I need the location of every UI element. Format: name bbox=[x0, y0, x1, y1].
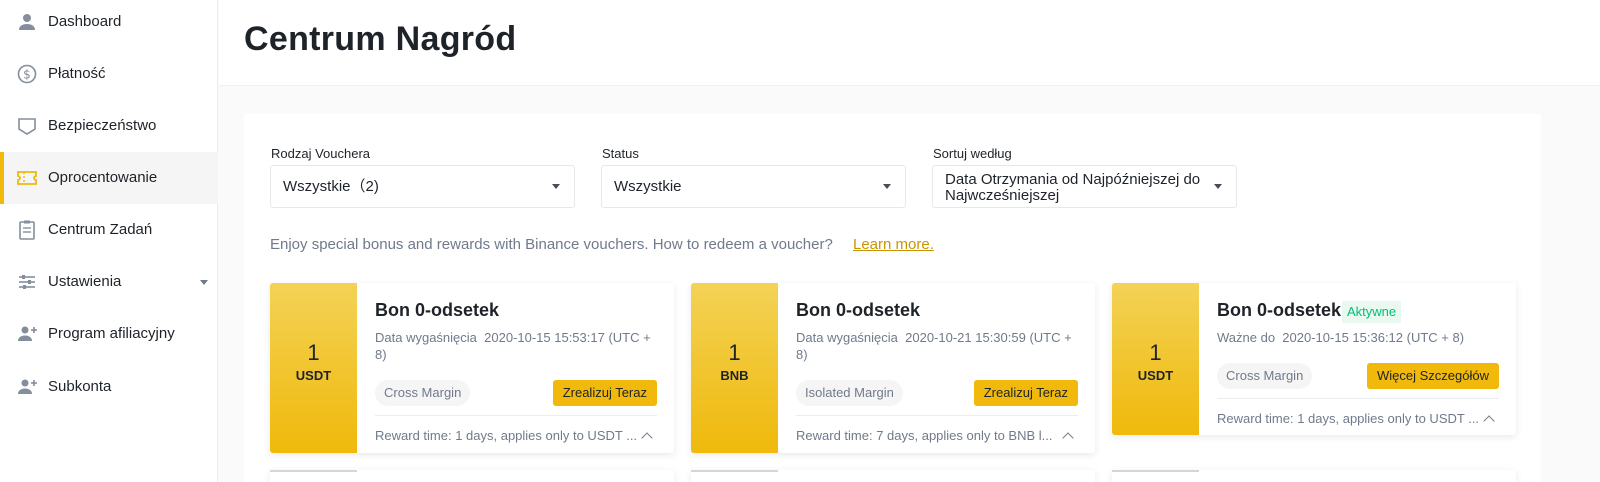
voucher-date: Data wygaśnięcia 2020-10-21 15:30:59 (UT… bbox=[796, 329, 1081, 363]
voucher-date-label: Data wygaśnięcia bbox=[375, 330, 477, 345]
caret-down-icon bbox=[552, 184, 560, 189]
sidebar-item-label: Centrum Zadań bbox=[48, 221, 153, 238]
page-header: Centrum Nagród bbox=[219, 0, 1600, 86]
sort-select[interactable]: Data Otrzymania od Najpóźniejszej do Naj… bbox=[932, 165, 1237, 208]
voucher-card: 1 BNB Bon 0-odsetek Data wygaśnięcia 202… bbox=[691, 283, 1095, 453]
voucher-amount-panel: 1 BNB bbox=[691, 283, 778, 453]
voucher-card: 1 USDT Bon 0-odsetek Aktywne Ważne do 20… bbox=[1112, 283, 1516, 435]
voucher-date-label: Ważne do bbox=[1217, 330, 1276, 345]
voucher-tag: Cross Margin bbox=[1217, 363, 1313, 389]
status-value: Wszystkie bbox=[614, 178, 682, 195]
voucher-date-label: Data wygaśnięcia bbox=[796, 330, 898, 345]
add-user-icon bbox=[18, 326, 37, 341]
reward-time-text: Reward time: 1 days, applies only to USD… bbox=[375, 428, 638, 443]
voucher-card-partial bbox=[270, 470, 674, 482]
reward-time-text: Reward time: 7 days, applies only to BNB… bbox=[796, 428, 1053, 443]
voucher-date: Ważne do 2020-10-15 15:36:12 (UTC + 8) bbox=[1217, 329, 1502, 346]
voucher-type-label: Rodzaj Vouchera bbox=[271, 146, 371, 161]
voucher-unit: BNB bbox=[720, 368, 749, 383]
voucher-date: Data wygaśnięcia 2020-10-15 15:53:17 (UT… bbox=[375, 329, 660, 363]
voucher-title: Bon 0-odsetek bbox=[796, 300, 921, 320]
divider bbox=[375, 415, 657, 416]
voucher-amount-panel: 1 USDT bbox=[270, 283, 357, 453]
shield-icon bbox=[18, 118, 36, 135]
user-icon bbox=[19, 14, 35, 30]
add-user-icon bbox=[18, 379, 37, 394]
voucher-amount: 1 bbox=[307, 340, 320, 365]
sidebar-item-label: Dashboard bbox=[48, 13, 122, 30]
voucher-amount: 1 bbox=[728, 340, 741, 365]
redeem-button[interactable]: Zrealizuj Teraz bbox=[973, 380, 1078, 406]
status-badge: Aktywne bbox=[1342, 301, 1402, 323]
voucher-type-select[interactable]: Wszystkie（2) bbox=[270, 165, 575, 208]
sidebar-item-security[interactable]: Bezpieczeństwo bbox=[0, 100, 218, 152]
caret-down-icon bbox=[883, 184, 891, 189]
sidebar-item-affiliate[interactable]: Program afiliacyjny bbox=[0, 308, 218, 360]
dollar-circle-icon: $ bbox=[17, 64, 37, 84]
page-title: Centrum Nagród bbox=[244, 20, 517, 58]
voucher-info-text: Enjoy special bonus and rewards with Bin… bbox=[270, 236, 833, 253]
sidebar-item-settings[interactable]: Ustawienia bbox=[0, 256, 218, 308]
voucher-unit: USDT bbox=[1137, 368, 1174, 383]
sidebar-item-label: Bezpieczeństwo bbox=[48, 117, 157, 134]
caret-down-icon bbox=[1214, 184, 1222, 189]
sidebar-item-payment[interactable]: $ Płatność bbox=[0, 48, 218, 100]
chevron-up-icon[interactable] bbox=[1062, 432, 1074, 444]
voucher-type-value: Wszystkie（2) bbox=[283, 178, 379, 195]
sliders-icon bbox=[19, 275, 35, 289]
voucher-tag: Cross Margin bbox=[375, 380, 471, 406]
reward-time-text: Reward time: 1 days, applies only to USD… bbox=[1217, 411, 1480, 426]
learn-more-link[interactable]: Learn more. bbox=[853, 236, 934, 253]
ticket-icon bbox=[17, 171, 37, 185]
voucher-card: 1 USDT Bon 0-odsetek Data wygaśnięcia 20… bbox=[270, 283, 674, 453]
voucher-date-value: 2020-10-15 15:36:12 (UTC + 8) bbox=[1282, 330, 1465, 345]
voucher-card-partial bbox=[1112, 470, 1516, 482]
sidebar-item-task-center[interactable]: Centrum Zadań bbox=[0, 204, 218, 256]
chevron-up-icon[interactable] bbox=[1483, 415, 1495, 427]
clipboard-icon bbox=[19, 220, 35, 240]
details-button[interactable]: Więcej Szczegółów bbox=[1367, 363, 1499, 389]
voucher-amount: 1 bbox=[1149, 340, 1162, 365]
sort-label: Sortuj według bbox=[933, 146, 1012, 161]
sidebar-item-dashboard[interactable]: Dashboard bbox=[0, 0, 218, 48]
chevron-down-icon[interactable] bbox=[200, 280, 208, 285]
divider bbox=[796, 415, 1078, 416]
voucher-title: Bon 0-odsetek bbox=[375, 300, 500, 320]
voucher-title: Bon 0-odsetek bbox=[1217, 300, 1342, 320]
voucher-unit: USDT bbox=[295, 368, 332, 383]
voucher-tag: Isolated Margin bbox=[796, 380, 903, 406]
sidebar: Dashboard $ Płatność Bezpieczeństwo Opro… bbox=[0, 0, 218, 482]
sidebar-item-label: Płatność bbox=[48, 65, 106, 82]
status-select[interactable]: Wszystkie bbox=[601, 165, 906, 208]
voucher-card-partial bbox=[691, 470, 1095, 482]
voucher-amount-panel: 1 USDT bbox=[1112, 283, 1199, 435]
sidebar-item-label: Ustawienia bbox=[48, 273, 122, 290]
sort-value: Data Otrzymania od Najpóźniejszej do Naj… bbox=[945, 171, 1201, 204]
status-label: Status bbox=[602, 146, 639, 161]
divider bbox=[1217, 398, 1499, 399]
redeem-button[interactable]: Zrealizuj Teraz bbox=[552, 380, 657, 406]
sidebar-item-label: Program afiliacyjny bbox=[48, 325, 175, 342]
svg-text:$: $ bbox=[23, 68, 31, 82]
sidebar-item-label: Oprocentowanie bbox=[48, 169, 158, 186]
chevron-up-icon[interactable] bbox=[641, 432, 653, 444]
sidebar-item-subaccounts[interactable]: Subkonta bbox=[0, 361, 218, 413]
sidebar-item-label: Subkonta bbox=[48, 378, 112, 395]
sidebar-item-interest[interactable]: Oprocentowanie bbox=[0, 152, 218, 204]
